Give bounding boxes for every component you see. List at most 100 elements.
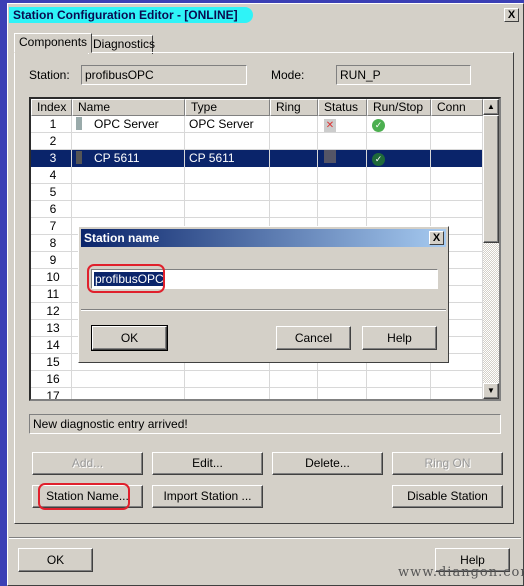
close-button[interactable]: X <box>504 8 519 22</box>
dialog-divider <box>81 309 446 311</box>
station-label: Station: <box>29 68 70 82</box>
table-row[interactable]: 4 <box>31 167 484 184</box>
table-cell <box>318 150 367 167</box>
table-cell <box>367 388 431 399</box>
table-cell: ✓ <box>367 150 431 167</box>
table-cell <box>431 116 483 133</box>
edit-button[interactable]: Edit... <box>152 452 263 475</box>
table-cell: OPC Server <box>185 116 270 133</box>
table-cell <box>185 201 270 218</box>
dialog-cancel-button[interactable]: Cancel <box>276 326 351 350</box>
table-cell: CP 5611 <box>185 150 270 167</box>
divider <box>9 537 521 539</box>
table-cell: 7 <box>31 218 72 235</box>
ring-on-button[interactable]: Ring ON <box>392 452 503 475</box>
add-button[interactable]: Add... <box>32 452 143 475</box>
table-cell <box>270 150 318 167</box>
column-header[interactable]: Index <box>31 99 72 116</box>
ok-button[interactable]: OK <box>18 548 93 572</box>
table-cell <box>318 388 367 399</box>
highlight-circle <box>87 264 165 293</box>
table-row[interactable]: 17 <box>31 388 484 399</box>
column-header[interactable]: Run/Stop <box>367 99 431 116</box>
component-icon <box>76 151 82 164</box>
table-cell <box>367 167 431 184</box>
table-cell: 9 <box>31 252 72 269</box>
table-cell <box>185 133 270 150</box>
table-cell <box>367 184 431 201</box>
table-cell <box>431 167 483 184</box>
table-cell <box>431 133 483 150</box>
check-icon: ✓ <box>372 119 385 132</box>
table-cell <box>185 371 270 388</box>
window-title: Station Configuration Editor - [ONLINE] <box>9 7 253 23</box>
table-cell: 11 <box>31 286 72 303</box>
table-row[interactable]: 3 CP 5611 CP 5611 ✓ <box>31 150 484 167</box>
disconnected-icon: ✕ <box>324 119 336 132</box>
table-cell <box>318 184 367 201</box>
table-row[interactable]: 2 <box>31 133 484 150</box>
column-header[interactable]: Status <box>318 99 367 116</box>
table-cell <box>270 388 318 399</box>
column-header[interactable]: Name <box>72 99 185 116</box>
table-cell: OPC Server <box>72 116 185 133</box>
column-header[interactable]: Type <box>185 99 270 116</box>
table-row[interactable]: 5 <box>31 184 484 201</box>
table-cell <box>431 201 483 218</box>
table-cell: 10 <box>31 269 72 286</box>
check-icon: ✓ <box>372 153 385 166</box>
dialog-close-button[interactable]: X <box>429 231 444 245</box>
table-cell: 4 <box>31 167 72 184</box>
watermark: www.diangon.com <box>398 565 524 580</box>
vertical-scrollbar[interactable]: ▲ ▼ <box>483 99 499 399</box>
table-cell: 2 <box>31 133 72 150</box>
table-cell: 1 <box>31 116 72 133</box>
mode-field: RUN_P <box>336 65 471 85</box>
table-cell <box>270 201 318 218</box>
table-cell: ✓ <box>367 116 431 133</box>
table-row[interactable]: 16 <box>31 371 484 388</box>
table-cell: CP 5611 <box>72 150 185 167</box>
component-name: CP 5611 <box>94 151 140 165</box>
column-header[interactable]: Conn <box>431 99 483 116</box>
table-cell <box>185 184 270 201</box>
table-cell <box>72 388 185 399</box>
table-cell <box>431 184 483 201</box>
table-cell: 14 <box>31 337 72 354</box>
table-row[interactable]: 6 <box>31 201 484 218</box>
scroll-down-button[interactable]: ▼ <box>483 383 499 399</box>
table-cell <box>431 150 483 167</box>
dialog-ok-button[interactable]: OK <box>91 325 168 351</box>
table-cell <box>431 371 483 388</box>
table-cell <box>72 167 185 184</box>
mode-label: Mode: <box>271 68 305 82</box>
table-cell <box>72 184 185 201</box>
table-cell <box>318 201 367 218</box>
table-cell: 12 <box>31 303 72 320</box>
scrollbar-thumb[interactable] <box>483 115 499 243</box>
table-cell <box>318 133 367 150</box>
table-cell <box>318 167 367 184</box>
column-header[interactable]: Ring <box>270 99 318 116</box>
table-cell <box>270 184 318 201</box>
dialog-help-button[interactable]: Help <box>362 326 437 350</box>
disable-station-button[interactable]: Disable Station <box>392 485 503 508</box>
table-cell <box>270 133 318 150</box>
table-cell <box>185 388 270 399</box>
table-cell <box>367 371 431 388</box>
delete-button[interactable]: Delete... <box>272 452 383 475</box>
table-row[interactable]: 1 OPC Server OPC Server ✕ ✓ <box>31 116 484 133</box>
table-cell <box>185 167 270 184</box>
table-cell <box>72 133 185 150</box>
table-cell <box>72 201 185 218</box>
status-message: New diagnostic entry arrived! <box>29 414 501 434</box>
import-station-button[interactable]: Import Station ... <box>152 485 263 508</box>
table-cell: 5 <box>31 184 72 201</box>
scroll-up-button[interactable]: ▲ <box>483 99 499 115</box>
table-cell: 8 <box>31 235 72 252</box>
table-cell <box>270 371 318 388</box>
table-cell <box>270 167 318 184</box>
tab-components[interactable]: Components <box>14 33 93 53</box>
table-cell: 15 <box>31 354 72 371</box>
station-name-dialog: Station name X profibusOPC OK Cancel Hel… <box>78 226 449 363</box>
